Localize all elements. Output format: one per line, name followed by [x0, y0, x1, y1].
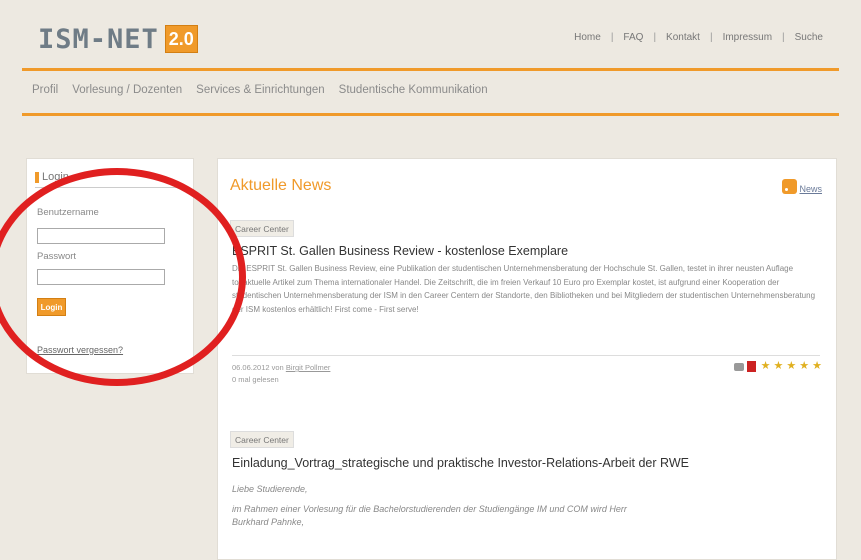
article-body-line: Burkhard Pahnke,	[232, 517, 305, 527]
article-title[interactable]: Einladung_Vortrag_strategische und prakt…	[232, 456, 689, 470]
article-category-tag[interactable]: Career Center	[230, 220, 294, 237]
annotation-circle	[0, 168, 246, 386]
main-nav-kommunikation[interactable]: Studentische Kommunikation	[339, 84, 488, 96]
top-nav-faq[interactable]: FAQ	[623, 32, 643, 43]
star-icon[interactable]: ★	[774, 361, 784, 372]
login-title-marker	[35, 171, 39, 183]
news-panel: Aktuelle News News Career Center ESPRIT …	[217, 158, 837, 560]
article-read-count: 0 mal gelesen	[232, 375, 279, 384]
nav-separator: |	[653, 32, 657, 43]
star-icon[interactable]: ★	[812, 361, 822, 372]
article-meta: 06.06.2012 von Birgit Pollmer 0 mal gele…	[232, 362, 330, 386]
rss-label: News	[799, 184, 822, 194]
star-icon[interactable]: ★	[799, 361, 809, 372]
site-logo[interactable]: ISM-NET 2.0	[38, 22, 198, 56]
nav-separator: |	[782, 32, 785, 43]
logo-text: ISM-NET	[38, 23, 159, 55]
top-nav-home[interactable]: Home	[574, 32, 601, 43]
rss-feed-link[interactable]: News	[782, 179, 822, 194]
header-divider-bottom	[22, 113, 839, 116]
star-icon[interactable]: ★	[786, 361, 796, 372]
article-greeting: Liebe Studierende,	[232, 484, 308, 494]
article-author-link[interactable]: Birgit Pollmer	[286, 363, 331, 372]
main-nav-vorlesung[interactable]: Vorlesung / Dozenten	[72, 84, 182, 96]
top-nav-impressum[interactable]: Impressum	[723, 32, 772, 43]
logo-version-badge: 2.0	[164, 25, 198, 53]
header-divider-top	[22, 68, 839, 71]
top-nav: Home | FAQ | Kontakt | Impressum | Suche	[574, 32, 823, 43]
main-nav: Profil Vorlesung / Dozenten Services & E…	[32, 84, 488, 96]
article-title[interactable]: ESPRIT St. Gallen Business Review - kost…	[232, 244, 568, 258]
nav-separator: |	[610, 32, 614, 43]
news-heading: Aktuelle News	[230, 177, 332, 194]
article-body-line: im Rahmen einer Vorlesung für die Bachel…	[232, 504, 627, 514]
main-nav-profil[interactable]: Profil	[32, 84, 58, 96]
print-icon[interactable]	[733, 362, 744, 371]
main-nav-services[interactable]: Services & Einrichtungen	[196, 84, 324, 96]
article-body: Die ESPRIT St. Gallen Business Review, e…	[232, 264, 816, 314]
article-actions: ★ ★ ★ ★ ★	[733, 361, 822, 372]
article-category-tag[interactable]: Career Center	[230, 431, 294, 448]
article-date: 06.06.2012 von	[232, 363, 284, 372]
top-nav-kontakt[interactable]: Kontakt	[666, 32, 700, 43]
nav-separator: |	[709, 32, 713, 43]
star-icon[interactable]: ★	[761, 361, 771, 372]
top-nav-suche[interactable]: Suche	[795, 32, 823, 43]
article-divider	[232, 355, 820, 356]
rss-icon	[782, 179, 798, 194]
pdf-icon[interactable]	[746, 361, 756, 372]
